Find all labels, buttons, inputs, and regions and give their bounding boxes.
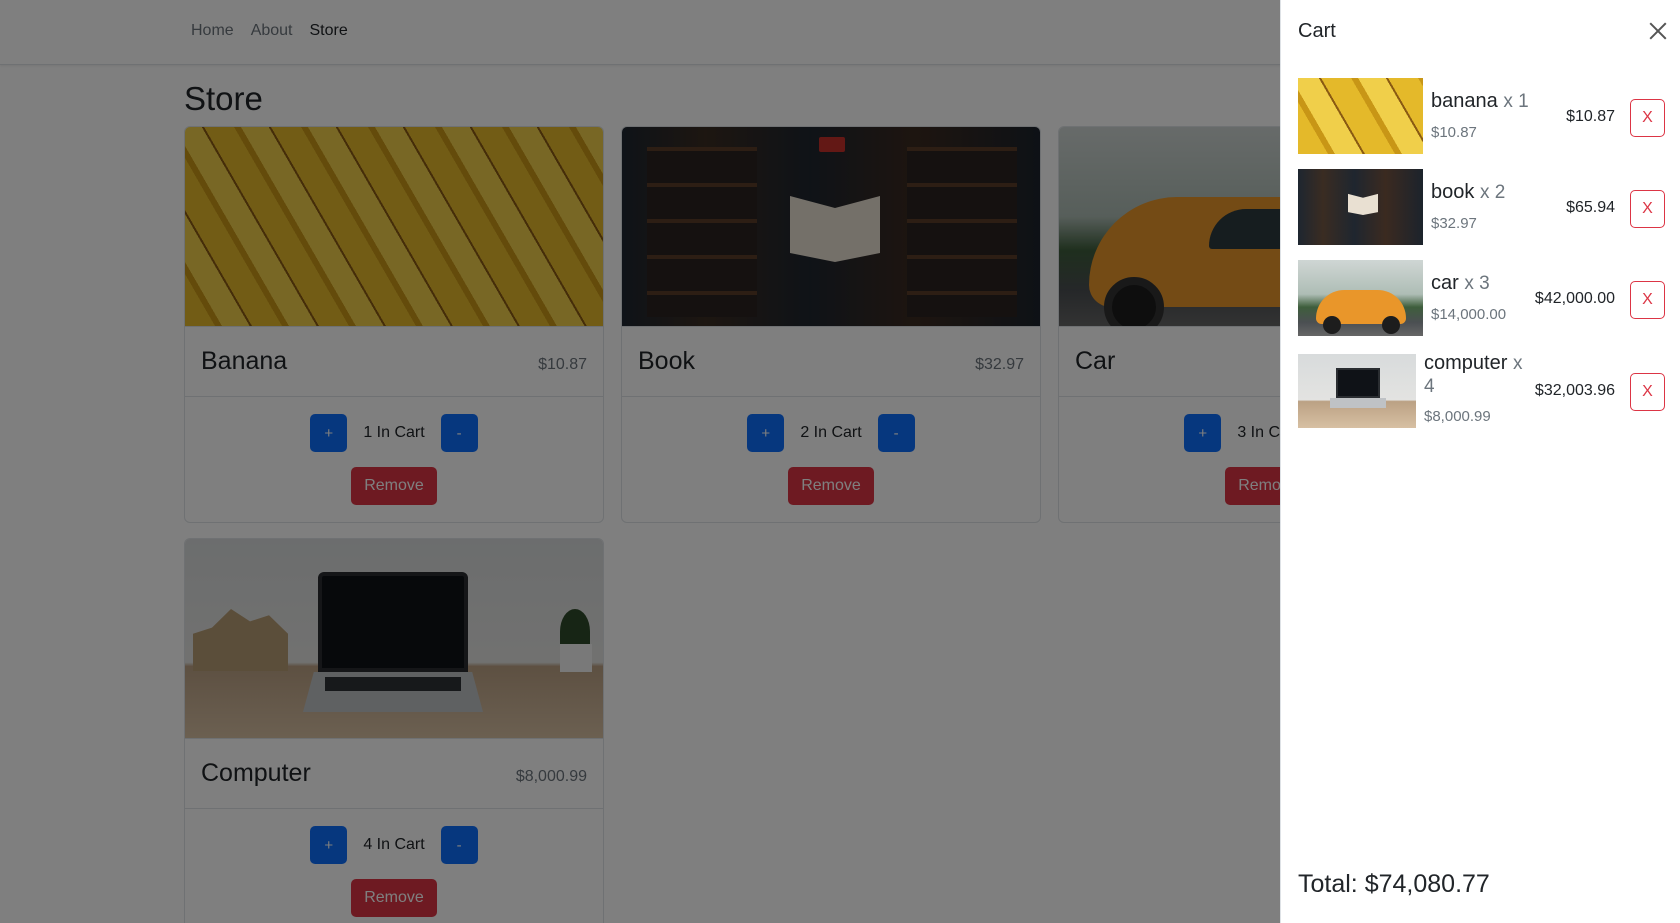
- cart-item-banana: banana x 1 $10.87 $10.87 X: [1298, 78, 1665, 154]
- computer-thumbnail: [1298, 354, 1416, 428]
- cart-item-name: book x 2: [1431, 181, 1541, 204]
- remove-item-button[interactable]: X: [1630, 281, 1665, 319]
- item-unit-price: $32.97: [1431, 215, 1477, 232]
- item-name: book: [1431, 181, 1475, 203]
- item-quantity: x 2: [1479, 182, 1506, 203]
- banana-thumbnail: [1298, 78, 1423, 154]
- remove-item-button[interactable]: X: [1630, 99, 1665, 137]
- cart-item-name: car x 3: [1431, 272, 1541, 295]
- close-icon[interactable]: [1645, 18, 1671, 44]
- remove-item-button[interactable]: X: [1630, 190, 1665, 228]
- car-thumbnail: [1298, 260, 1423, 336]
- cart-total: Total: $74,080.77: [1298, 870, 1490, 898]
- item-name: computer: [1424, 352, 1508, 374]
- cart-item-computer: computer x 4 $8,000.99 $32,003.96 X: [1298, 352, 1665, 430]
- item-name: banana: [1431, 90, 1498, 112]
- item-line-total: $10.87: [1566, 108, 1615, 125]
- remove-item-button[interactable]: X: [1630, 373, 1665, 411]
- item-unit-price: $10.87: [1431, 124, 1477, 141]
- cart-item-name: banana x 1: [1431, 90, 1541, 113]
- cart-offcanvas: Cart banana x 1 $10.87 $10.87 X book x 2…: [1280, 0, 1680, 923]
- cart-item-book: book x 2 $32.97 $65.94 X: [1298, 169, 1665, 245]
- cart-item-car: car x 3 $14,000.00 $42,000.00 X: [1298, 260, 1665, 336]
- item-quantity: x 3: [1464, 273, 1490, 294]
- cart-item-name: computer x 4: [1424, 352, 1534, 398]
- item-line-total: $65.94: [1566, 199, 1615, 216]
- cart-title: Cart: [1298, 20, 1336, 42]
- item-unit-price: $8,000.99: [1424, 408, 1491, 425]
- item-line-total: $32,003.96: [1534, 382, 1615, 399]
- offcanvas-backdrop[interactable]: [0, 0, 1280, 923]
- item-line-total: $42,000.00: [1534, 290, 1615, 307]
- item-name: car: [1431, 272, 1459, 294]
- item-quantity: x 1: [1503, 91, 1529, 112]
- item-unit-price: $14,000.00: [1431, 306, 1507, 323]
- book-thumbnail: [1298, 169, 1423, 245]
